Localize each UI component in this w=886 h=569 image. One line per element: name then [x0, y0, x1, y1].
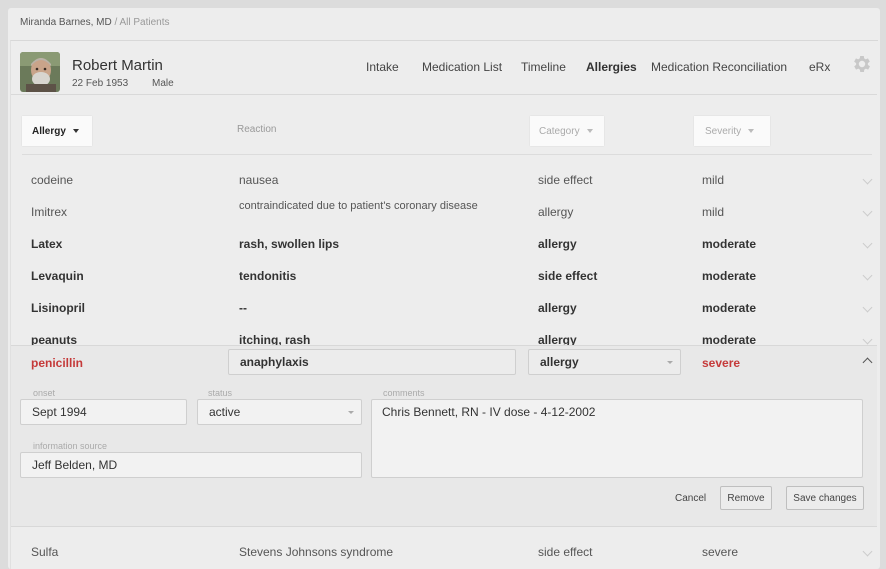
category-select[interactable]: allergy	[528, 349, 681, 375]
allergy-name[interactable]: penicillin	[31, 356, 83, 370]
reaction-value: anaphylaxis	[240, 355, 309, 369]
chevron-down-icon[interactable]	[862, 238, 873, 249]
table-row[interactable]: Latex rash, swollen lips allergy moderat…	[11, 228, 877, 260]
chevron-down-icon[interactable]	[862, 334, 873, 345]
table-row[interactable]: Levaquin tendonitis side effect moderate	[11, 260, 877, 292]
information-source-value: Jeff Belden, MD	[32, 458, 118, 472]
onset-input[interactable]: Sept 1994	[20, 399, 187, 425]
severity-value[interactable]: severe	[702, 356, 740, 370]
table-row[interactable]: Sulfa Stevens Johnsons syndrome side eff…	[11, 536, 877, 568]
header-divider	[22, 154, 872, 155]
reaction-text: rash, swollen lips	[239, 237, 340, 251]
allergy-name: Levaquin	[31, 269, 84, 283]
comments-label: comments	[383, 388, 425, 398]
breadcrumb-user[interactable]: Miranda Barnes, MD	[20, 17, 112, 28]
severity-text: severe	[702, 545, 739, 559]
category-value: allergy	[540, 355, 579, 369]
chevron-down-icon[interactable]	[862, 206, 873, 217]
app-window: Miranda Barnes, MD / All Patients Robert…	[8, 8, 880, 569]
chevron-down-icon	[748, 129, 755, 133]
breadcrumb-all-patients[interactable]: All Patients	[120, 17, 170, 28]
chevron-down-icon[interactable]	[862, 270, 873, 281]
table-row[interactable]: Lisinopril -- allergy moderate	[11, 292, 877, 324]
tab-allergies[interactable]: Allergies	[586, 60, 637, 74]
reaction-header-label: Reaction	[237, 124, 277, 135]
category-text: side effect	[538, 545, 593, 559]
reaction-text: tendonitis	[239, 269, 297, 283]
table-row[interactable]: Imitrex contraindicated due to patient's…	[11, 196, 877, 228]
patient-dob: 22 Feb 1953	[72, 78, 129, 89]
onset-value: Sept 1994	[32, 405, 87, 419]
reaction-text: nausea	[239, 173, 279, 187]
reaction-text: --	[239, 301, 247, 315]
patient-panel: Robert Martin 22 Feb 1953 Male Intake Me…	[10, 40, 878, 569]
reaction-text: Stevens Johnsons syndrome	[239, 545, 394, 559]
allergy-header-label: Allergy	[32, 125, 66, 137]
breadcrumb-separator: /	[114, 17, 118, 28]
allergy-name: Latex	[31, 237, 63, 251]
tab-medication-reconciliation[interactable]: Medication Reconciliation	[651, 60, 787, 74]
patient-avatar	[20, 52, 60, 92]
severity-header-label: Severity	[705, 125, 742, 137]
information-source-input[interactable]: Jeff Belden, MD	[20, 452, 362, 478]
status-value: active	[209, 405, 241, 419]
information-source-label: information source	[33, 441, 108, 451]
tab-timeline[interactable]: Timeline	[521, 60, 566, 74]
severity-text: moderate	[702, 269, 757, 283]
status-select[interactable]: active	[197, 399, 362, 425]
category-text: allergy	[538, 301, 577, 315]
gear-icon[interactable]	[851, 53, 873, 75]
reaction-input[interactable]: anaphylaxis	[228, 349, 516, 375]
category-header-label: Category	[539, 125, 580, 137]
expanded-allergy-editor: penicillin anaphylaxis allergy severe on…	[11, 345, 877, 527]
chevron-down-icon[interactable]	[862, 302, 873, 313]
severity-text: mild	[702, 173, 725, 187]
remove-button[interactable]: Remove	[720, 486, 772, 510]
tab-medication-list[interactable]: Medication List	[422, 60, 502, 74]
allergy-name: Imitrex	[31, 205, 67, 219]
severity-filter-dropdown[interactable]: Severity	[694, 116, 770, 146]
patient-name: Robert Martin	[72, 57, 163, 74]
patient-header: Robert Martin 22 Feb 1953 Male Intake Me…	[11, 41, 877, 95]
chevron-down-icon	[586, 129, 593, 133]
table-row[interactable]: codeine nausea side effect mild	[11, 164, 877, 196]
chevron-down-icon[interactable]	[862, 546, 873, 557]
save-changes-button[interactable]: Save changes	[786, 486, 864, 510]
onset-label: onset	[33, 388, 56, 398]
severity-text: moderate	[702, 301, 757, 315]
category-text: side effect	[538, 173, 593, 187]
chevron-down-icon	[667, 361, 673, 364]
allergy-sort-dropdown[interactable]: Allergy	[22, 116, 92, 146]
category-text: side effect	[538, 269, 598, 283]
comments-textarea[interactable]: Chris Bennett, RN - IV dose - 4-12-2002	[371, 399, 863, 478]
status-label: status	[208, 388, 233, 398]
allergy-name: Sulfa	[31, 545, 59, 559]
chevron-up-icon[interactable]	[862, 357, 873, 368]
severity-text: mild	[702, 205, 725, 219]
chevron-down-icon	[72, 129, 79, 133]
chevron-down-icon[interactable]	[862, 174, 873, 185]
cancel-button[interactable]: Cancel	[675, 493, 706, 504]
breadcrumb: Miranda Barnes, MD / All Patients	[20, 17, 170, 28]
allergy-name: codeine	[31, 173, 74, 187]
category-text: allergy	[538, 237, 577, 251]
allergy-name: Lisinopril	[31, 301, 85, 315]
severity-text: moderate	[702, 237, 757, 251]
chevron-down-icon	[348, 411, 354, 414]
tab-intake[interactable]: Intake	[366, 60, 399, 74]
comments-value: Chris Bennett, RN - IV dose - 4-12-2002	[382, 405, 596, 419]
patient-sex: Male	[152, 78, 174, 89]
tab-erx[interactable]: eRx	[809, 60, 830, 74]
category-filter-dropdown[interactable]: Category	[530, 116, 604, 146]
reaction-text: contraindicated due to patient's coronar…	[239, 200, 478, 212]
category-text: allergy	[538, 205, 574, 219]
